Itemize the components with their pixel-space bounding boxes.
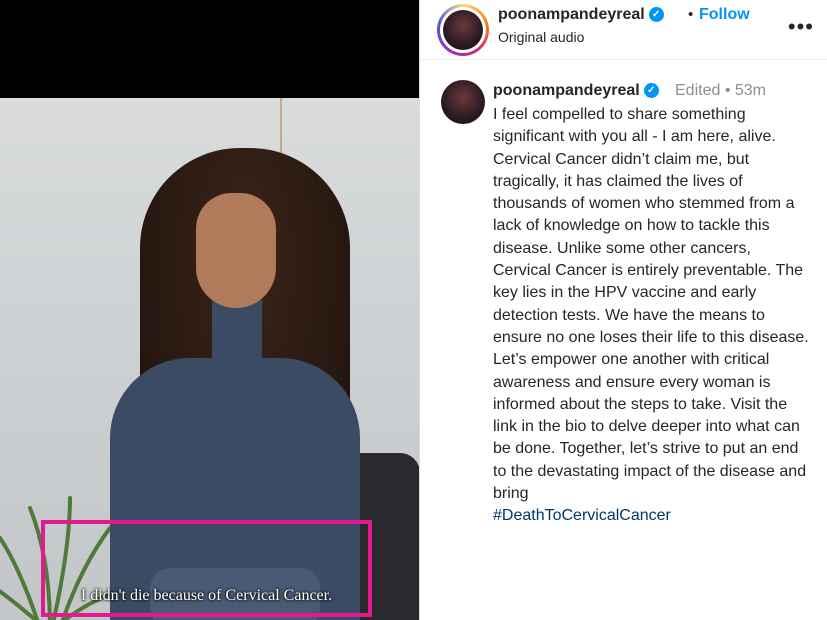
video-subtitle: I didn't die because of Cervical Cancer. [80,587,333,604]
person-face [196,193,276,308]
post-time[interactable]: 53m [735,82,766,99]
post-header: poonampandeyreal ✓ • Follow Original audi… [420,0,827,60]
header-username-text[interactable]: poonampandeyreal [498,6,645,23]
verified-icon: ✓ [643,83,659,99]
avatar-image [443,10,483,50]
video-player[interactable]: I didn't die because of Cervical Cancer. [0,0,419,620]
hashtag-link[interactable]: #DeathToCervicalCancer [493,505,813,527]
more-options-icon[interactable]: ••• [788,14,814,40]
subtitle-highlight-box: I didn't die because of Cervical Cancer. [41,520,372,617]
caption-avatar[interactable] [441,80,485,124]
caption-body: I feel compelled to share something sign… [493,106,809,503]
caption-meta: Edited • 53m [675,82,766,99]
caption-text: I feel compelled to share something sign… [493,104,813,528]
follow-button[interactable]: Follow [699,6,750,24]
header-username[interactable]: poonampandeyreal ✓ [498,6,664,24]
edited-label: Edited [675,82,721,99]
separator-dot: • [688,6,694,23]
verified-icon: ✓ [648,7,664,23]
caption-username[interactable]: poonampandeyreal ✓ [493,82,659,100]
header-avatar[interactable] [437,4,489,56]
post-side-panel: poonampandeyreal ✓ • Follow Original audi… [419,0,827,620]
original-audio-link[interactable]: Original audio [498,29,584,45]
caption-username-text[interactable]: poonampandeyreal [493,82,640,99]
